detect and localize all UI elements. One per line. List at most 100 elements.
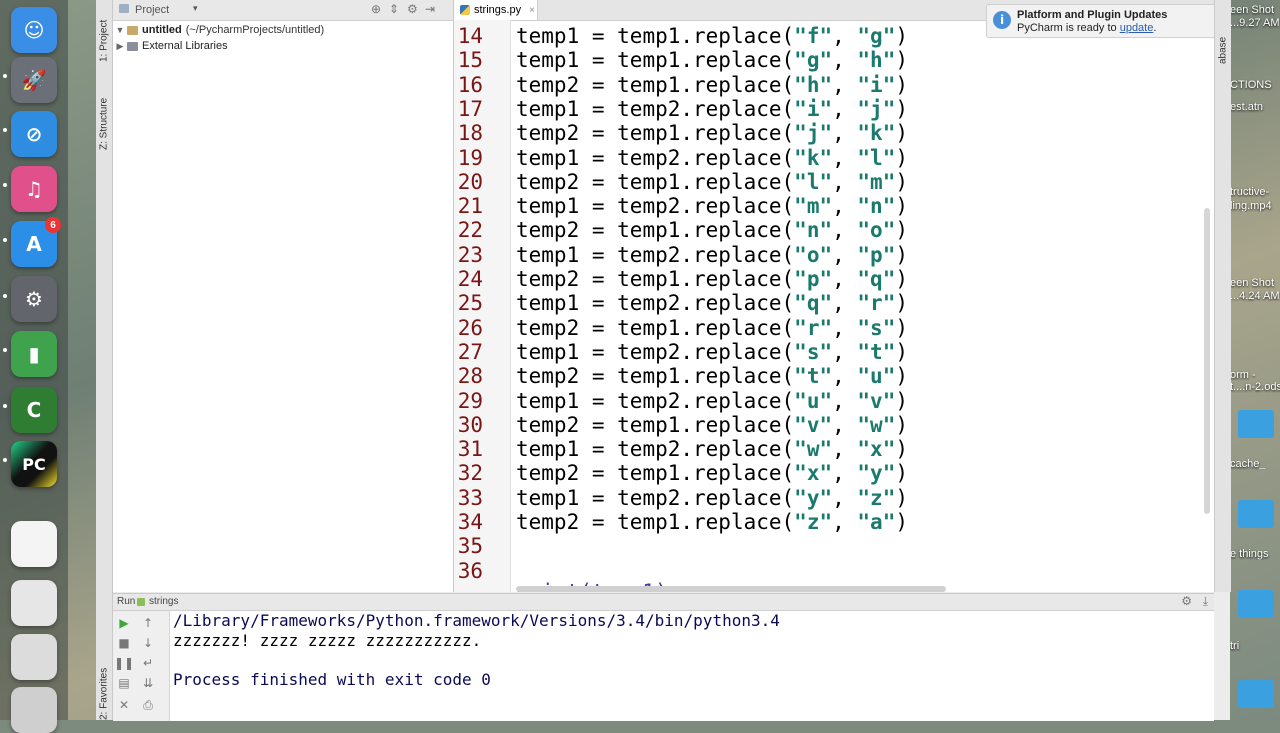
code-line[interactable]: temp1 = temp2.replace("q", "r") [516, 291, 908, 315]
code-punctuation: = [579, 145, 618, 170]
chevron-down-icon[interactable]: ▾ [193, 3, 198, 14]
folder-icon[interactable] [1238, 680, 1274, 708]
numbers-icon[interactable]: ▮ [11, 331, 57, 377]
code-line[interactable]: temp2 = temp1.replace("j", "k") [516, 121, 908, 145]
folder-icon[interactable] [1238, 500, 1274, 528]
pycharm-window: 1: Project Z: Structure 2: Favorites Pro… [96, 0, 1231, 721]
up-arrow-icon[interactable]: ↑ [141, 616, 155, 630]
string-literal: "i" [794, 96, 833, 121]
tree-item-external-libraries[interactable]: ▶ External Libraries [113, 38, 453, 54]
tab-project[interactable]: 1: Project [96, 6, 112, 62]
code-line[interactable]: temp2 = temp1.replace("p", "q") [516, 267, 908, 291]
code-line[interactable]: temp1 = temp2.replace("i", "j") [516, 97, 908, 121]
code-line[interactable]: temp2 = temp1.replace("n", "o") [516, 218, 908, 242]
running-indicator [3, 74, 7, 78]
system-preferences-icon[interactable]: ⚙ [11, 276, 57, 322]
string-literal: "y" [857, 461, 896, 486]
tab-database[interactable]: abase [1215, 36, 1231, 64]
code-punctuation: = [579, 339, 618, 364]
scroll-to-end-icon[interactable]: ⇊ [141, 676, 155, 690]
desktop-file-label[interactable]: ...9.27 AM [1230, 17, 1280, 29]
code-line[interactable]: temp2 = temp1.replace("v", "w") [516, 413, 908, 437]
preview-icon[interactable] [11, 580, 57, 626]
identifier: temp2 [516, 267, 580, 291]
folder-icon[interactable] [1238, 590, 1274, 618]
code-punctuation: ) [895, 145, 908, 170]
desktop-file-label[interactable]: tructive- [1230, 186, 1280, 198]
code-line[interactable]: temp2 = temp1.replace("h", "i") [516, 73, 908, 97]
print-icon[interactable]: ⎙ [141, 698, 155, 712]
code-line[interactable]: temp1 = temp2.replace("u", "v") [516, 389, 908, 413]
gear-icon[interactable]: ⚙ [1181, 594, 1192, 608]
soft-wrap-icon[interactable]: ↵ [141, 656, 155, 670]
stop-icon[interactable]: ■ [117, 636, 131, 650]
pause-icon[interactable]: ❚❚ [114, 656, 134, 670]
tab-strings-py[interactable]: strings.py × [454, 0, 538, 20]
desktop-file-label[interactable]: een Shot [1230, 277, 1280, 289]
layout-icon[interactable]: ▤ [117, 676, 131, 690]
tab-structure[interactable]: Z: Structure [96, 80, 112, 150]
code-editor[interactable]: strings.py × 14 15 16 17 18 19 20 21 22 23 24 25 26 2… [454, 0, 1214, 592]
hide-panel-icon[interactable]: ⇥ [425, 2, 435, 16]
launchpad-icon[interactable]: 🚀 [11, 57, 57, 103]
document-icon[interactable] [11, 521, 57, 567]
gear-icon[interactable]: ⚙ [407, 2, 418, 16]
sync-icon[interactable]: ⊕ [371, 2, 381, 16]
identifier: temp1 [617, 315, 681, 340]
trash-icon[interactable] [11, 687, 57, 733]
code-line[interactable]: temp1 = temp1.replace("f", "g") [516, 24, 908, 48]
finder-icon[interactable]: ☺ [11, 7, 57, 53]
code-line[interactable]: temp1 = temp2.replace("m", "n") [516, 194, 908, 218]
code-line[interactable]: temp1 = temp2.replace("w", "x") [516, 437, 908, 461]
line-number: 36 [457, 558, 483, 583]
code-line[interactable]: temp2 = temp1.replace("r", "s") [516, 316, 908, 340]
tree-item-project-root[interactable]: ▼ untitled (~/PycharmProjects/untitled) [113, 22, 453, 38]
desktop-file-label[interactable]: cache_ [1230, 458, 1280, 470]
code-line[interactable]: temp2 = temp1.replace("z", "a") [516, 510, 908, 534]
pycharm-icon[interactable]: PC [11, 441, 57, 487]
code-line[interactable]: temp1 = temp2.replace("k", "l") [516, 146, 908, 170]
code-line[interactable]: temp2 = temp1.replace("x", "y") [516, 461, 908, 485]
collapse-icon[interactable]: ⇕ [389, 2, 399, 16]
desktop-file-label[interactable]: t....n-2.ods [1230, 381, 1280, 393]
itunes-icon[interactable]: ♫ [11, 166, 57, 212]
string-literal: "n" [857, 194, 896, 219]
desktop-file-label[interactable]: e things [1230, 548, 1280, 560]
editor-horizontal-scrollbar[interactable] [516, 586, 946, 592]
screenshot-icon[interactable] [11, 634, 57, 680]
code-line[interactable]: temp1 = temp2.replace("y", "z") [516, 486, 908, 510]
pin-icon[interactable]: ✕ [117, 698, 131, 712]
code-line[interactable]: temp1 = temp2.replace("s", "t") [516, 340, 908, 364]
identifier: temp1 [516, 24, 580, 48]
rerun-icon[interactable]: ▶ [117, 616, 131, 630]
safari-icon[interactable]: ⊘ [11, 111, 57, 157]
code-line[interactable]: temp2 = temp1.replace("t", "u") [516, 364, 908, 388]
tab-favorites[interactable]: 2: Favorites [96, 660, 112, 720]
desktop-file-label[interactable]: orm - [1230, 369, 1280, 381]
close-icon[interactable]: × [529, 5, 535, 16]
project-view-selector[interactable]: Project [135, 4, 169, 16]
desktop-file-label[interactable]: est.atn [1230, 101, 1280, 113]
desktop-file-label[interactable]: ling.mp4 [1230, 200, 1280, 212]
string-literal: "p" [857, 242, 896, 267]
chevron-down-icon[interactable]: ▼ [113, 25, 127, 35]
desktop-file-label[interactable]: een Shot [1230, 4, 1280, 16]
editor-vertical-scrollbar[interactable] [1204, 208, 1210, 514]
down-arrow-icon[interactable]: ↓ [141, 636, 155, 650]
code-line[interactable]: temp2 = temp1.replace("l", "m") [516, 170, 908, 194]
update-link[interactable]: update [1120, 22, 1154, 34]
code-punctuation: .replace( [680, 24, 795, 48]
update-notification[interactable]: i Platform and Plugin Updates PyCharm is… [986, 4, 1228, 38]
hide-panel-icon[interactable]: ⤓ [1203, 594, 1208, 609]
folder-icon[interactable] [1238, 410, 1274, 438]
code-line[interactable]: temp1 = temp1.replace("g", "h") [516, 48, 908, 72]
camtasia-icon[interactable]: C [11, 387, 57, 433]
chevron-right-icon[interactable]: ▶ [113, 41, 127, 52]
desktop-file-label[interactable]: ...4.24 AM [1230, 290, 1280, 302]
line-number: 19 [457, 145, 483, 170]
string-literal: "g" [857, 24, 896, 48]
code-line[interactable]: temp1 = temp2.replace("o", "p") [516, 243, 908, 267]
app-store-icon[interactable]: A6 [11, 217, 61, 267]
desktop-file-label[interactable]: tri [1230, 640, 1280, 652]
desktop-file-label[interactable]: CTIONS [1230, 79, 1280, 91]
